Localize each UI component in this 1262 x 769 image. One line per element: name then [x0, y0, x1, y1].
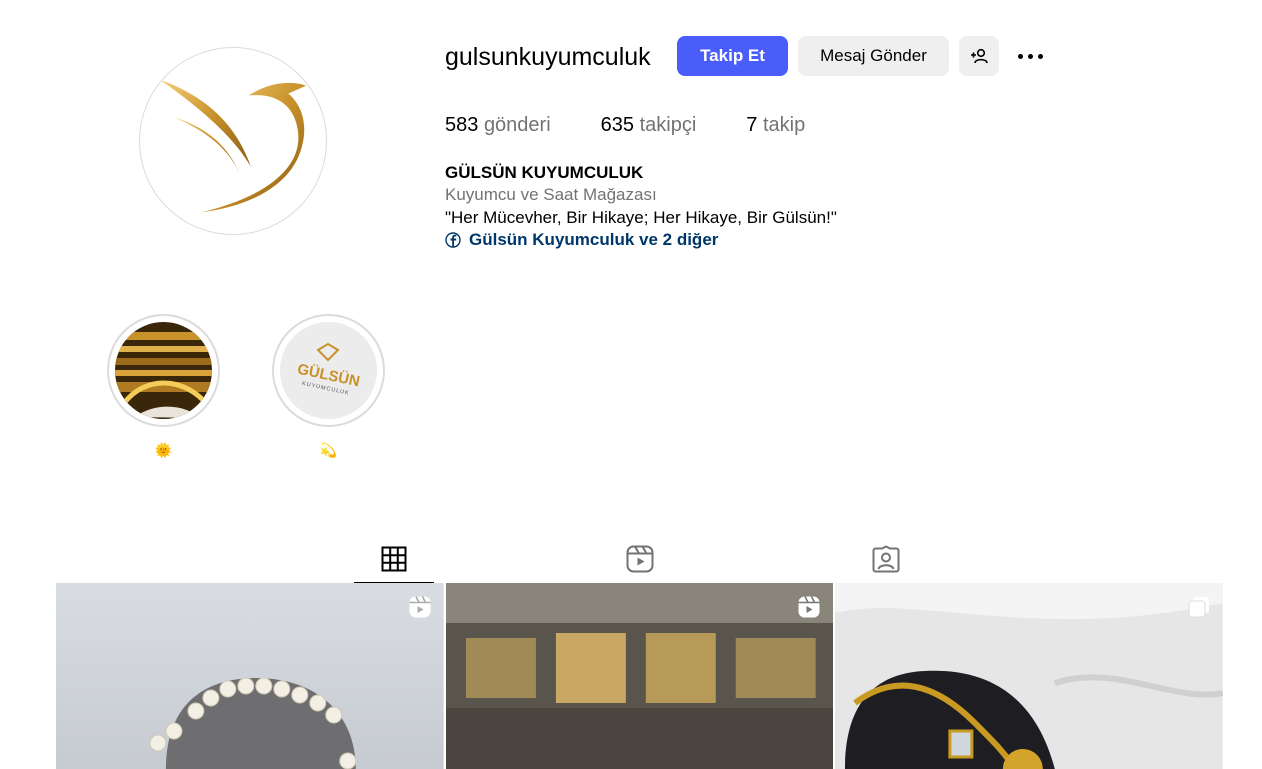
grid-icon [381, 546, 407, 571]
story-highlight-2[interactable]: GÜLSÜN KUYUMCULUK 💫 [272, 314, 385, 459]
highlight-ring: GÜLSÜN KUYUMCULUK [272, 314, 385, 427]
options-button[interactable] [1010, 36, 1050, 76]
post-item-3[interactable] [835, 583, 1224, 769]
carousel-icon [1188, 597, 1210, 618]
stat-following-count: 7 [746, 114, 758, 136]
profile-link-text: Gülsün Kuyumculuk ve 2 diğer [469, 230, 719, 249]
profile-username: gulsunkuyumculuk [445, 43, 651, 71]
story-highlight-1[interactable]: 🌞 [107, 314, 220, 459]
profile-bio: "Her Mücevher, Bir Hikaye; Her Hikaye, B… [445, 208, 837, 227]
tagged-icon [872, 544, 900, 572]
profile-stats: 583 gönderi 635 takipçi 7 takip [445, 112, 855, 138]
post-item-1[interactable] [56, 583, 444, 769]
message-button[interactable]: Mesaj Gönder [798, 36, 949, 76]
tab-reels[interactable] [600, 533, 680, 584]
post-image-pearl-bracelet [56, 583, 444, 769]
highlight-label-1: 🌞 [154, 442, 173, 458]
tab-tagged[interactable] [846, 533, 926, 584]
stat-following-label: takip [762, 114, 806, 136]
gulsun-logo-icon [159, 79, 307, 213]
profile-link[interactable]: Gülsün Kuyumculuk ve 2 diğer [445, 229, 718, 251]
tab-posts[interactable] [354, 533, 434, 584]
stat-followers-label: takipçi [639, 114, 697, 136]
post-item-2[interactable] [445, 583, 834, 769]
reels-icon [798, 596, 820, 618]
post-image-gold-necklace [835, 583, 1224, 769]
facebook-icon [445, 232, 461, 248]
profile-tabs [56, 532, 1223, 584]
add-user-icon [971, 48, 988, 64]
reels-icon [409, 596, 431, 618]
post-image-store [445, 583, 834, 769]
highlight-label-2: 💫 [319, 442, 338, 458]
posts-grid [56, 583, 1224, 769]
stat-following[interactable]: 7 takip [746, 112, 805, 138]
more-icon [1017, 53, 1043, 59]
profile-full-name: GÜLSÜN KUYUMCULUK [445, 163, 644, 182]
profile-category: Kuyumcu ve Saat Mağazası [445, 185, 657, 204]
reels-icon [626, 545, 654, 572]
highlight-ring [107, 314, 220, 427]
stat-posts[interactable]: 583 gönderi [445, 112, 551, 138]
highlight-cover-1 [115, 322, 212, 419]
stat-followers[interactable]: 635 takipçi [601, 112, 697, 138]
stat-posts-count: 583 [445, 114, 479, 136]
suggest-user-button[interactable] [959, 36, 999, 76]
follow-button[interactable]: Takip Et [677, 36, 788, 76]
stat-posts-label: gönderi [483, 114, 551, 136]
stat-followers-count: 635 [600, 114, 635, 136]
profile-avatar[interactable] [139, 47, 327, 235]
highlight-cover-2: GÜLSÜN KUYUMCULUK [280, 322, 377, 419]
